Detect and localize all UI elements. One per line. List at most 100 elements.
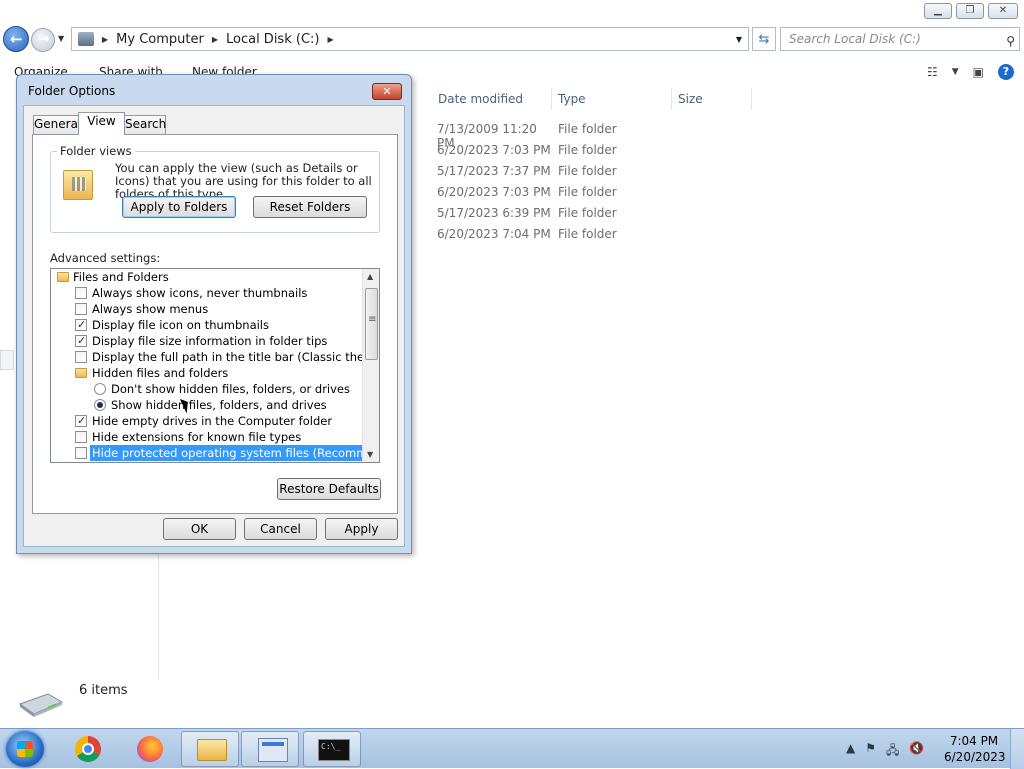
option-label: Hide extensions for known file types: [92, 430, 302, 444]
checkbox-checked[interactable]: [75, 333, 87, 349]
command-prompt-icon: C:\_: [318, 739, 350, 761]
row-type: File folder: [558, 164, 617, 178]
scrollbar-thumb[interactable]: [365, 288, 378, 360]
taskbar: C:\_ ▲ ⚑ 🖧 🔇 7:04 PM 6/20/2023: [0, 728, 1024, 769]
minimize-button[interactable]: ▁: [924, 3, 952, 19]
clock[interactable]: 7:04 PM 6/20/2023: [944, 733, 1006, 765]
clock-date: 6/20/2023: [944, 750, 1006, 764]
minimize-icon: ▁: [934, 5, 942, 16]
firefox-icon: [137, 736, 163, 762]
action-center-icon[interactable]: ⚑: [865, 741, 876, 762]
restore-button[interactable]: ❐: [956, 3, 984, 19]
refresh-icon: ⇆: [758, 31, 770, 47]
close-icon: ✕: [382, 85, 392, 98]
breadcrumb-my-computer[interactable]: My Computer: [116, 32, 204, 47]
change-view-icon[interactable]: ☷: [927, 65, 938, 79]
back-button[interactable]: ←: [3, 26, 29, 52]
checkbox-checked[interactable]: [75, 413, 87, 429]
folder-views-icon: [63, 170, 93, 200]
address-bar[interactable]: ▶ My Computer ▶ Local Disk (C:) ▶ ▼: [71, 27, 749, 51]
row-date: 6/20/2023 7:03 PM: [437, 143, 551, 157]
navigation-pane-handle[interactable]: [0, 350, 14, 370]
ok-button[interactable]: OK: [163, 518, 236, 540]
dialog-body: General View Search Folder views You can…: [23, 105, 405, 547]
search-placeholder: Search Local Disk (C:): [789, 32, 921, 46]
scroll-down-icon[interactable]: ▼: [367, 450, 373, 459]
dialog-title: Folder Options: [28, 84, 116, 98]
option-label: Show hidden files, folders, and drives: [111, 398, 327, 412]
option-label: Hide empty drives in the Computer folder: [92, 414, 333, 428]
details-pane: 6 items: [0, 680, 1024, 728]
column-divider[interactable]: [751, 88, 752, 110]
control-panel-icon: [258, 738, 288, 762]
option-label: Display file size information in folder …: [92, 334, 328, 348]
search-icon[interactable]: ⚲: [1006, 30, 1015, 52]
checkbox-checked[interactable]: [75, 317, 87, 333]
taskbar-firefox[interactable]: [119, 731, 177, 767]
radio-button[interactable]: [94, 383, 106, 395]
tree-item-label: Hidden files and folders: [92, 366, 229, 380]
restore-icon: ❐: [965, 5, 975, 16]
volume-muted-icon[interactable]: 🔇: [909, 741, 924, 762]
search-input[interactable]: Search Local Disk (C:) ⚲: [780, 27, 1020, 51]
taskbar-command-prompt[interactable]: C:\_: [303, 731, 361, 767]
start-button[interactable]: [6, 731, 44, 767]
column-type[interactable]: Type: [552, 92, 586, 110]
breadcrumb-separator-icon[interactable]: ▶: [102, 35, 108, 44]
option-label: Display file icon on thumbnails: [92, 318, 269, 332]
option-label-selected: Hide protected operating system files (R…: [90, 445, 379, 461]
row-type: File folder: [558, 143, 617, 157]
tree-scrollbar[interactable]: ▲ ▼: [362, 269, 379, 462]
restore-defaults-button[interactable]: Restore Defaults: [277, 478, 381, 500]
row-date: 5/17/2023 7:37 PM: [437, 164, 551, 178]
show-desktop-button[interactable]: [1010, 729, 1024, 769]
apply-to-folders-button[interactable]: Apply to Folders: [122, 196, 236, 218]
advanced-settings-label: Advanced settings:: [50, 251, 161, 265]
network-icon[interactable]: 🖧: [886, 741, 899, 762]
checkbox[interactable]: [75, 351, 87, 363]
option-label: Don't show hidden files, folders, or dri…: [111, 382, 351, 396]
advanced-settings-tree[interactable]: Files and Folders Always show icons, nev…: [50, 268, 380, 463]
tab-general[interactable]: General: [33, 115, 81, 134]
system-tray: ▲ ⚑ 🖧 🔇: [846, 741, 924, 762]
reset-folders-button[interactable]: Reset Folders: [253, 196, 367, 218]
forward-button[interactable]: →: [31, 28, 55, 52]
breadcrumb-separator-icon[interactable]: ▶: [327, 35, 333, 44]
preview-pane-icon[interactable]: ▣: [973, 65, 984, 79]
close-window-button[interactable]: ✕: [988, 3, 1018, 19]
dialog-close-button[interactable]: ✕: [372, 83, 402, 100]
refresh-button[interactable]: ⇆: [752, 27, 776, 51]
folder-views-label: Folder views: [57, 144, 135, 158]
cancel-button[interactable]: Cancel: [244, 518, 317, 540]
taskbar-control-panel[interactable]: [241, 731, 299, 767]
apply-button[interactable]: Apply: [325, 518, 398, 540]
show-hidden-icons-icon[interactable]: ▲: [846, 741, 855, 762]
tab-view[interactable]: View: [78, 112, 125, 135]
row-type: File folder: [558, 227, 617, 241]
column-date-modified[interactable]: Date modified: [432, 92, 523, 110]
row-date: 6/20/2023 7:03 PM: [437, 185, 551, 199]
folder-icon: [57, 272, 69, 282]
scroll-up-icon[interactable]: ▲: [367, 272, 373, 281]
help-icon[interactable]: ?: [998, 64, 1014, 80]
breadcrumb-separator-icon[interactable]: ▶: [212, 35, 218, 44]
close-icon: ✕: [998, 5, 1008, 16]
address-dropdown-icon[interactable]: ▼: [736, 35, 742, 44]
checkbox[interactable]: [75, 447, 87, 459]
checkbox[interactable]: [75, 287, 87, 299]
column-size[interactable]: Size: [672, 92, 703, 110]
view-dropdown-icon[interactable]: ▼: [952, 67, 959, 77]
row-type: File folder: [558, 122, 617, 136]
recent-pages-dropdown[interactable]: ▼: [58, 34, 64, 43]
folder-icon: [197, 739, 227, 761]
row-type: File folder: [558, 185, 617, 199]
taskbar-explorer[interactable]: [181, 731, 239, 767]
taskbar-chrome[interactable]: [57, 731, 115, 767]
radio-button-selected[interactable]: [94, 399, 106, 411]
checkbox[interactable]: [75, 303, 87, 315]
checkbox[interactable]: [75, 431, 87, 443]
back-arrow-icon: ←: [10, 30, 23, 48]
breadcrumb-local-disk[interactable]: Local Disk (C:): [226, 32, 319, 47]
tab-search[interactable]: Search: [124, 115, 166, 134]
tree-item-label: Files and Folders: [73, 270, 169, 284]
